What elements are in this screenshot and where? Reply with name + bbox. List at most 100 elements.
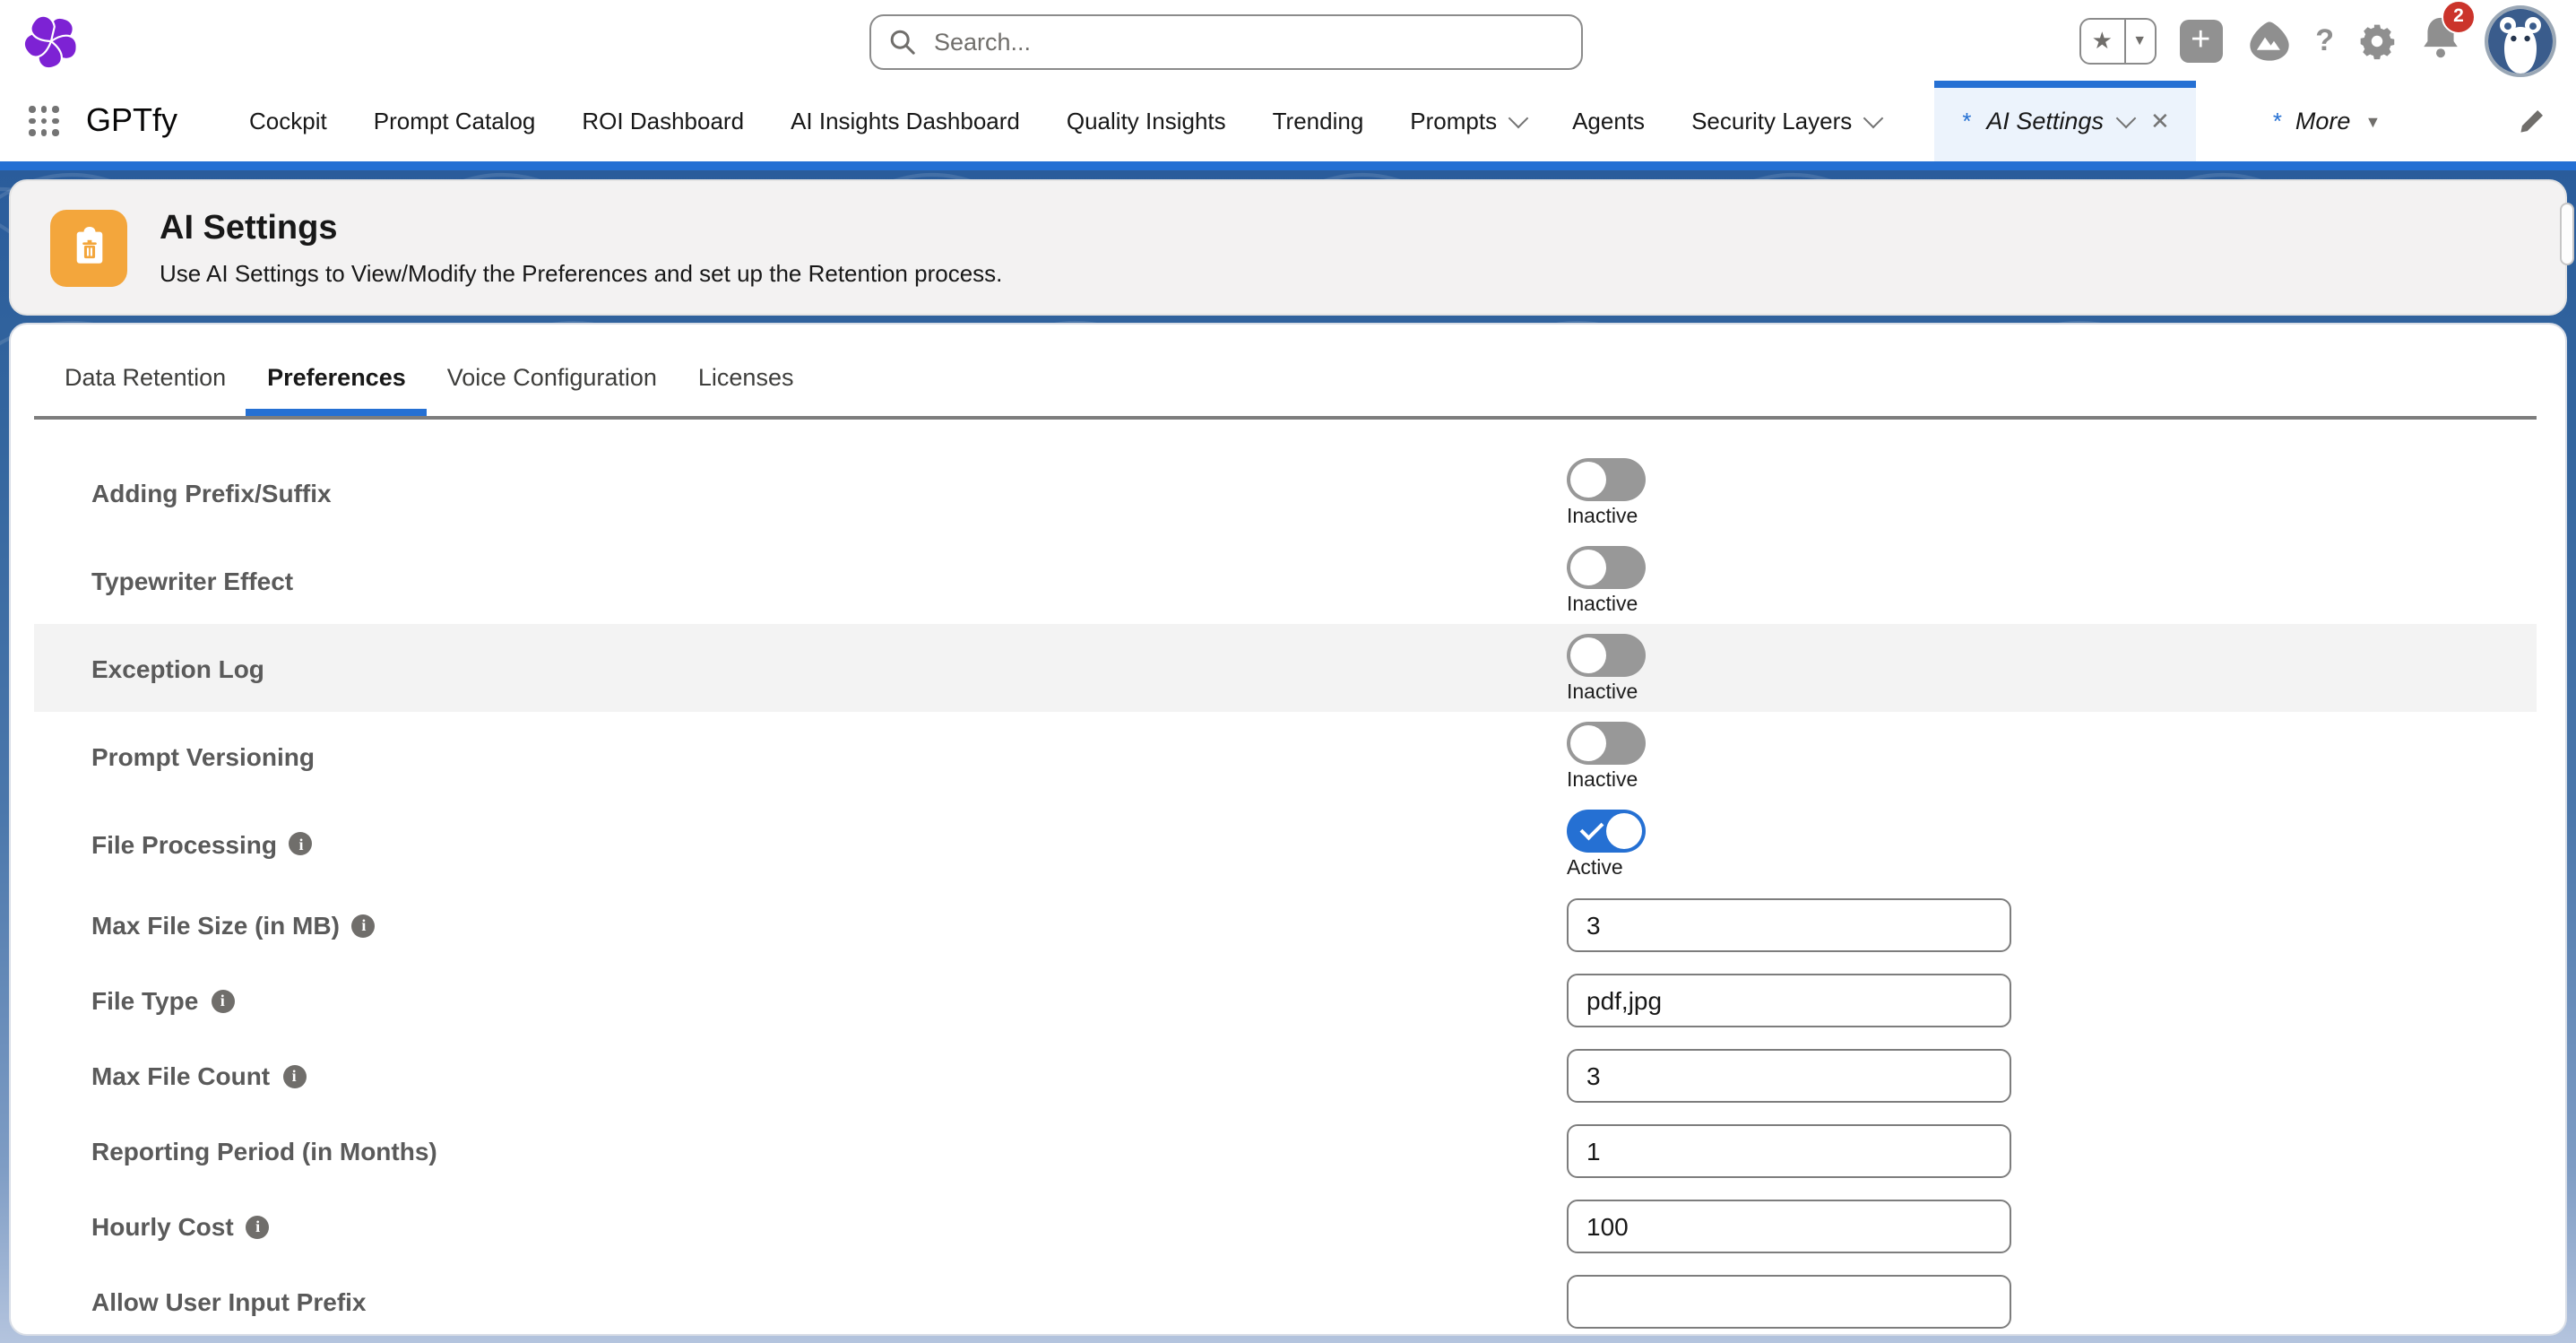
info-icon[interactable]: i: [211, 989, 234, 1012]
unsaved-asterisk: *: [2272, 108, 2281, 134]
toggle-state-label: Active: [1567, 857, 1646, 879]
nav-tab-more[interactable]: * More ▼: [2272, 108, 2382, 134]
setting-label: Allow User Input Prefix: [91, 1287, 367, 1316]
nav-item-label: Security Layers: [1691, 108, 1852, 134]
close-tab-icon[interactable]: ✕: [2150, 107, 2170, 135]
setup-button[interactable]: [2357, 21, 2397, 60]
scrollbar-thumb[interactable]: [2560, 203, 2574, 265]
reporting-period-input[interactable]: [1567, 1124, 2011, 1178]
toggle-file-processing[interactable]: [1567, 809, 1646, 852]
help-button[interactable]: ?: [2315, 22, 2334, 58]
help-icon: ?: [2315, 22, 2334, 56]
nav-item-prompt-catalog[interactable]: Prompt Catalog: [374, 108, 536, 134]
setting-label: Max File Count i: [91, 1061, 306, 1090]
page-header-card: AI Settings Use AI Settings to View/Modi…: [9, 179, 2567, 316]
page-title: AI Settings: [160, 209, 1002, 248]
nav-item-prompts[interactable]: Prompts: [1410, 108, 1526, 134]
setting-label: Prompt Versioning: [91, 741, 315, 770]
utility-icons: ★ ▼ + ? 2: [2079, 0, 2556, 81]
setting-row-prompt-versioning: Prompt Versioning Inactive: [34, 712, 2537, 800]
info-icon[interactable]: i: [352, 914, 376, 937]
nav-item-label: Quality Insights: [1067, 108, 1226, 134]
preferences-rows: Adding Prefix/Suffix Inactive Typewriter…: [11, 420, 2565, 1336]
nav-item-ai-insights-dashboard[interactable]: AI Insights Dashboard: [791, 108, 1020, 134]
favorite-star-button[interactable]: ★: [2080, 19, 2125, 62]
setting-row-max-file-size: Max File Size (in MB) i: [34, 888, 2537, 963]
toggle-control: Inactive: [1567, 721, 1646, 791]
trailhead-icon: [2245, 19, 2292, 62]
toggle-state-label: Inactive: [1567, 506, 1646, 527]
notification-badge: 2: [2442, 0, 2476, 33]
more-tab-label: More: [2295, 108, 2351, 134]
allow-user-input-prefix-input[interactable]: [1567, 1275, 2011, 1329]
page-header-text: AI Settings Use AI Settings to View/Modi…: [160, 209, 1002, 286]
setting-row-adding-prefix-suffix: Adding Prefix/Suffix Inactive: [34, 448, 2537, 536]
toggle-typewriter-effect[interactable]: [1567, 545, 1646, 588]
toggle-exception-log[interactable]: [1567, 633, 1646, 676]
chevron-down-icon: [1863, 108, 1884, 128]
nav-item-label: Prompt Catalog: [374, 108, 536, 134]
nav-item-label: ROI Dashboard: [582, 108, 744, 134]
page-background: AI Settings Use AI Settings to View/Modi…: [0, 161, 2576, 1343]
page-description: Use AI Settings to View/Modify the Prefe…: [160, 259, 1002, 286]
setting-row-file-type: File Type i: [34, 963, 2537, 1038]
nav-bar: GPTfy Cockpit Prompt Catalog ROI Dashboa…: [0, 81, 2576, 161]
info-icon[interactable]: i: [282, 1064, 306, 1087]
caret-down-icon: ▼: [2132, 32, 2147, 48]
global-actions-button[interactable]: +: [2179, 19, 2222, 62]
plus-icon: +: [2191, 23, 2210, 57]
utility-bar: ★ ▼ + ? 2: [0, 0, 2576, 81]
setting-label: File Processing i: [91, 829, 313, 858]
max-file-count-input[interactable]: [1567, 1049, 2011, 1103]
setting-label: Typewriter Effect: [91, 566, 293, 594]
toggle-state-label: Inactive: [1567, 681, 1646, 703]
setting-row-max-file-count: Max File Count i: [34, 1038, 2537, 1113]
app-launcher-icon[interactable]: [29, 106, 59, 136]
pencil-icon: [2519, 108, 2546, 134]
favorites-dropdown-button[interactable]: ▼: [2125, 19, 2154, 62]
nav-item-cockpit[interactable]: Cockpit: [249, 108, 327, 134]
chevron-down-icon: [1508, 108, 1529, 128]
chevron-down-icon: [2117, 108, 2138, 128]
toggle-state-label: Inactive: [1567, 769, 1646, 791]
nav-item-quality-insights[interactable]: Quality Insights: [1067, 108, 1226, 134]
nav-item-label: Cockpit: [249, 108, 327, 134]
info-icon[interactable]: i: [290, 832, 313, 855]
nav-item-label: Agents: [1572, 108, 1645, 134]
nav-item-roi-dashboard[interactable]: ROI Dashboard: [582, 108, 744, 134]
toggle-adding-prefix-suffix[interactable]: [1567, 457, 1646, 500]
user-avatar[interactable]: [2485, 4, 2556, 76]
edit-nav-button[interactable]: [2519, 108, 2546, 134]
toggle-control: Inactive: [1567, 633, 1646, 703]
tab-licenses[interactable]: Licenses: [698, 364, 794, 391]
hourly-cost-input[interactable]: [1567, 1200, 2011, 1253]
nav-item-label: AI Insights Dashboard: [791, 108, 1020, 134]
app-window: ★ ▼ + ? 2: [0, 0, 2576, 1343]
search-input[interactable]: [930, 27, 1563, 57]
setting-label: Hourly Cost i: [91, 1212, 270, 1241]
nav-item-label: Trending: [1273, 108, 1364, 134]
search-icon: [889, 29, 916, 56]
info-icon[interactable]: i: [246, 1215, 270, 1238]
max-file-size-input[interactable]: [1567, 898, 2011, 952]
nav-item-trending[interactable]: Trending: [1273, 108, 1364, 134]
setting-row-exception-log: Exception Log Inactive: [34, 624, 2537, 712]
nav-tab-ai-settings-active[interactable]: * AI Settings ✕: [1934, 81, 2197, 161]
toggle-prompt-versioning[interactable]: [1567, 721, 1646, 764]
setting-label: Exception Log: [91, 654, 264, 682]
file-type-input[interactable]: [1567, 974, 2011, 1027]
nav-item-security-layers[interactable]: Security Layers: [1691, 108, 1880, 134]
settings-tabs: Data Retention Preferences Voice Configu…: [11, 325, 2565, 416]
nav-item-agents[interactable]: Agents: [1572, 108, 1645, 134]
gear-icon: [2357, 21, 2397, 60]
tab-voice-configuration[interactable]: Voice Configuration: [447, 364, 657, 391]
global-search-box: [869, 14, 1583, 70]
toggle-control: Active: [1567, 809, 1646, 879]
nav-item-label: Prompts: [1410, 108, 1497, 134]
tab-data-retention[interactable]: Data Retention: [65, 364, 226, 391]
brand-accent-strip: [0, 161, 2576, 170]
tab-preferences[interactable]: Preferences: [267, 364, 406, 391]
trailhead-button[interactable]: [2245, 19, 2292, 62]
setting-label: Reporting Period (in Months): [91, 1137, 437, 1165]
notifications-button[interactable]: 2: [2420, 13, 2461, 67]
